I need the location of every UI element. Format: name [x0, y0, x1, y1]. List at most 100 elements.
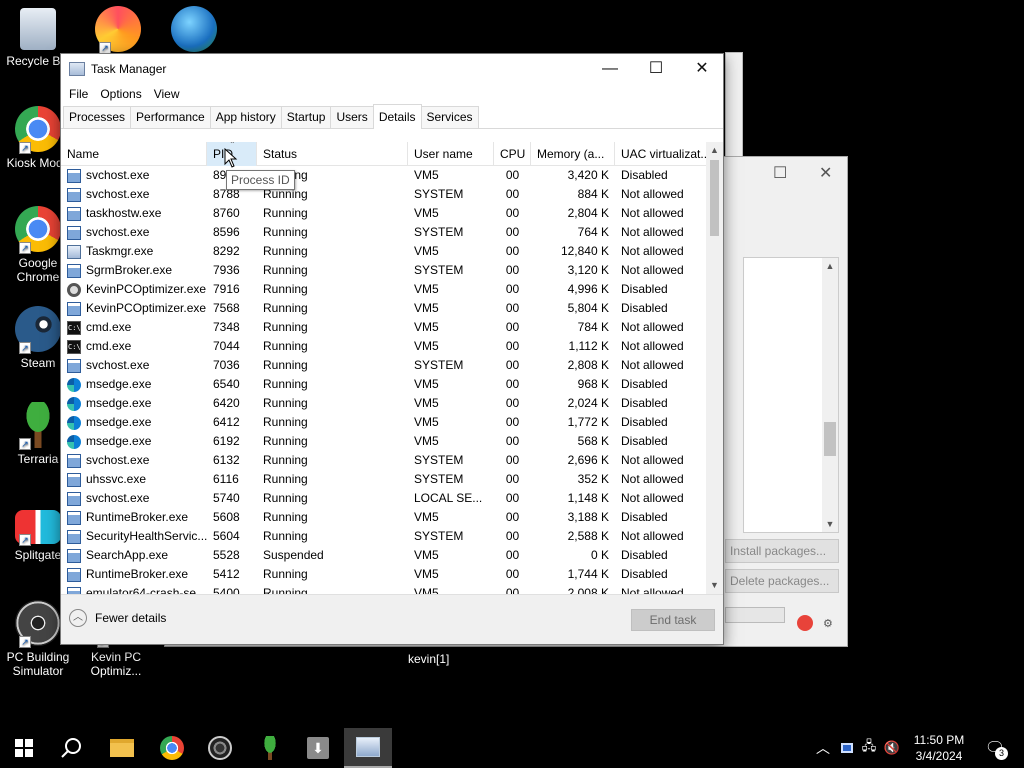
table-row[interactable]: svchost.exe 6132 Running SYSTEM 00 2,696 K Not…: [61, 451, 723, 470]
package-list-scrollbar[interactable]: ▲ ▼: [822, 258, 838, 532]
cell-status: Running: [263, 225, 308, 239]
ethernet-icon[interactable]: 🖧: [860, 728, 878, 768]
table-row[interactable]: emulator64-crash-se... 5400 Running VM5 00 2,…: [61, 584, 723, 594]
table-row[interactable]: KevinPCOptimizer.exe 7568 Running VM5 00 5,80…: [61, 299, 723, 318]
taskbar-chrome[interactable]: [148, 728, 196, 768]
cell-status: Running: [263, 510, 308, 524]
cell-memory: 3,420 K: [567, 168, 609, 182]
column-header-user-name[interactable]: User name: [408, 142, 494, 166]
scroll-thumb[interactable]: [824, 422, 836, 456]
title-bar[interactable]: Task Manager — ☐ ✕: [61, 54, 723, 83]
volume-muted-icon[interactable]: 🔇: [882, 728, 902, 768]
column-header-memory[interactable]: Memory (a...: [531, 142, 615, 166]
menu-view[interactable]: View: [148, 87, 186, 101]
cell-name: msedge.exe: [61, 413, 207, 432]
tab-performance[interactable]: Performance: [130, 106, 211, 128]
cell-name: SearchApp.exe: [61, 546, 207, 565]
table-row[interactable]: msedge.exe 6540 Running VM5 00 968 K Disabled: [61, 375, 723, 394]
process-name: msedge.exe: [86, 415, 152, 429]
cell-memory: 5,804 K: [567, 301, 609, 315]
network-icon[interactable]: [838, 728, 856, 768]
taskbar-installer[interactable]: ⬇: [294, 728, 342, 768]
table-row[interactable]: C:\ cmd.exe 7044 Running VM5 00 1,112 K Not all…: [61, 337, 723, 356]
delete-packages-button[interactable]: Delete packages...: [725, 569, 839, 593]
table-row[interactable]: Taskmgr.exe 8292 Running VM5 00 12,840 K Not a…: [61, 242, 723, 261]
cell-pid: 6192: [213, 434, 240, 448]
taskbar-terraria[interactable]: [246, 728, 294, 768]
tab-startup[interactable]: Startup: [280, 106, 332, 128]
maximize-button[interactable]: ☐: [633, 54, 679, 83]
minimize-button[interactable]: —: [587, 54, 633, 83]
cell-status: Suspended: [263, 548, 324, 562]
task-manager-window[interactable]: Task Manager — ☐ ✕ File Options View Pro…: [60, 53, 724, 645]
cell-cpu: 00: [505, 168, 520, 182]
install-packages-button[interactable]: Install packages...: [725, 539, 839, 563]
scroll-up-icon[interactable]: ▲: [822, 258, 838, 274]
table-row[interactable]: msedge.exe 6420 Running VM5 00 2,024 K Disable…: [61, 394, 723, 413]
table-row[interactable]: C:\ cmd.exe 7348 Running VM5 00 784 K Not allow…: [61, 318, 723, 337]
table-row[interactable]: svchost.exe 8788 Running SYSTEM 00 884 K Not a…: [61, 185, 723, 204]
fewer-details-button[interactable]: ︿ Fewer details: [69, 609, 166, 627]
start-button[interactable]: [0, 728, 48, 768]
table-row[interactable]: RuntimeBroker.exe 5608 Running VM5 00 3,188 K…: [61, 508, 723, 527]
desktop-icon-firefox[interactable]: ↗: [80, 6, 156, 56]
tab-services[interactable]: Services: [420, 106, 479, 128]
table-scrollbar[interactable]: ▲ ▼: [706, 142, 723, 594]
table-row[interactable]: svchost.exe 5740 Running LOCAL SE... 00 1,148…: [61, 489, 723, 508]
table-row[interactable]: msedge.exe 6192 Running VM5 00 568 K Disabled: [61, 432, 723, 451]
tab-details[interactable]: Details: [372, 104, 422, 129]
close-button[interactable]: ✕: [679, 54, 725, 83]
cell-cpu: 00: [505, 263, 520, 277]
column-header-cpu[interactable]: CPU: [494, 142, 531, 166]
tab-processes[interactable]: Processes: [63, 106, 132, 128]
cell-pid: 6132: [213, 453, 240, 467]
cell-user-name: SYSTEM: [414, 453, 464, 467]
cell-cpu: 00: [505, 244, 520, 258]
search-button[interactable]: [48, 728, 96, 768]
tab-users[interactable]: Users: [330, 106, 374, 128]
show-hidden-icons-chevron-icon[interactable]: ︿: [814, 728, 832, 768]
package-list[interactable]: ▲ ▼: [743, 257, 839, 533]
table-row[interactable]: RuntimeBroker.exe 5412 Running VM5 00 1,744 K…: [61, 565, 723, 584]
scroll-down-icon[interactable]: ▼: [706, 577, 723, 594]
table-row[interactable]: SgrmBroker.exe 7936 Running SYSTEM 00 3,120 K…: [61, 261, 723, 280]
table-row[interactable]: uhssvc.exe 6116 Running SYSTEM 00 352 K Not al…: [61, 470, 723, 489]
column-header-name[interactable]: Name: [61, 142, 207, 166]
close-icon[interactable]: ✕: [819, 163, 832, 183]
cell-pid: 7036: [213, 358, 240, 372]
edge-icon: [67, 396, 81, 411]
table-row[interactable]: SecurityHealthServic... 5604 Running SYSTEM…: [61, 527, 723, 546]
column-header-uac-virtualization[interactable]: UAC virtualizat...: [615, 142, 715, 166]
taskbar-obs[interactable]: [196, 728, 244, 768]
notification-center-button[interactable]: 🗨 3: [980, 728, 1010, 768]
service-app-icon: [67, 586, 81, 594]
scroll-up-icon[interactable]: ▲: [706, 142, 723, 159]
column-header-status[interactable]: Status: [257, 142, 408, 166]
desktop-icon-globe[interactable]: [156, 6, 232, 56]
table-row[interactable]: svchost.exe89RunningVM5003,420 KDisabled: [61, 166, 723, 185]
cell-user-name: VM5: [414, 415, 439, 429]
taskbar-file-explorer[interactable]: [98, 728, 146, 768]
menu-file[interactable]: File: [63, 87, 94, 101]
table-row[interactable]: svchost.exe 7036 Running SYSTEM 00 2,808 K Not…: [61, 356, 723, 375]
taskbar: ⬇ ︿ 🖧 🔇 11:50 PM 3/4/2024 🗨 3: [0, 728, 1024, 768]
taskbar-clock[interactable]: 11:50 PM 3/4/2024: [904, 732, 974, 764]
settings-icon[interactable]: ⚙: [823, 617, 833, 630]
table-row[interactable]: msedge.exe 6412 Running VM5 00 1,772 K Disable…: [61, 413, 723, 432]
cell-name: KevinPCOptimizer.exe: [61, 299, 207, 318]
stop-hand-icon[interactable]: [797, 615, 813, 631]
scroll-thumb[interactable]: [710, 160, 719, 236]
maximize-icon[interactable]: ☐: [773, 163, 787, 183]
menu-options[interactable]: Options: [94, 87, 147, 101]
tab-app-history[interactable]: App history: [209, 106, 282, 128]
end-task-button[interactable]: End task: [631, 609, 715, 631]
table-row[interactable]: SearchApp.exe 5528 Suspended VM5 00 0 K Disabl…: [61, 546, 723, 565]
taskbar-task-manager[interactable]: [344, 728, 392, 768]
table-row[interactable]: taskhostw.exe 8760 Running VM5 00 2,804 K Not …: [61, 204, 723, 223]
table-row[interactable]: KevinPCOptimizer.exe 7916 Running VM5 00 4,99…: [61, 280, 723, 299]
table-row[interactable]: svchost.exe 8596 Running SYSTEM 00 764 K Not a…: [61, 223, 723, 242]
process-name: SgrmBroker.exe: [86, 263, 173, 277]
cell-pid: 8760: [213, 206, 240, 220]
process-name: taskhostw.exe: [86, 206, 162, 220]
scroll-down-icon[interactable]: ▼: [822, 516, 838, 532]
